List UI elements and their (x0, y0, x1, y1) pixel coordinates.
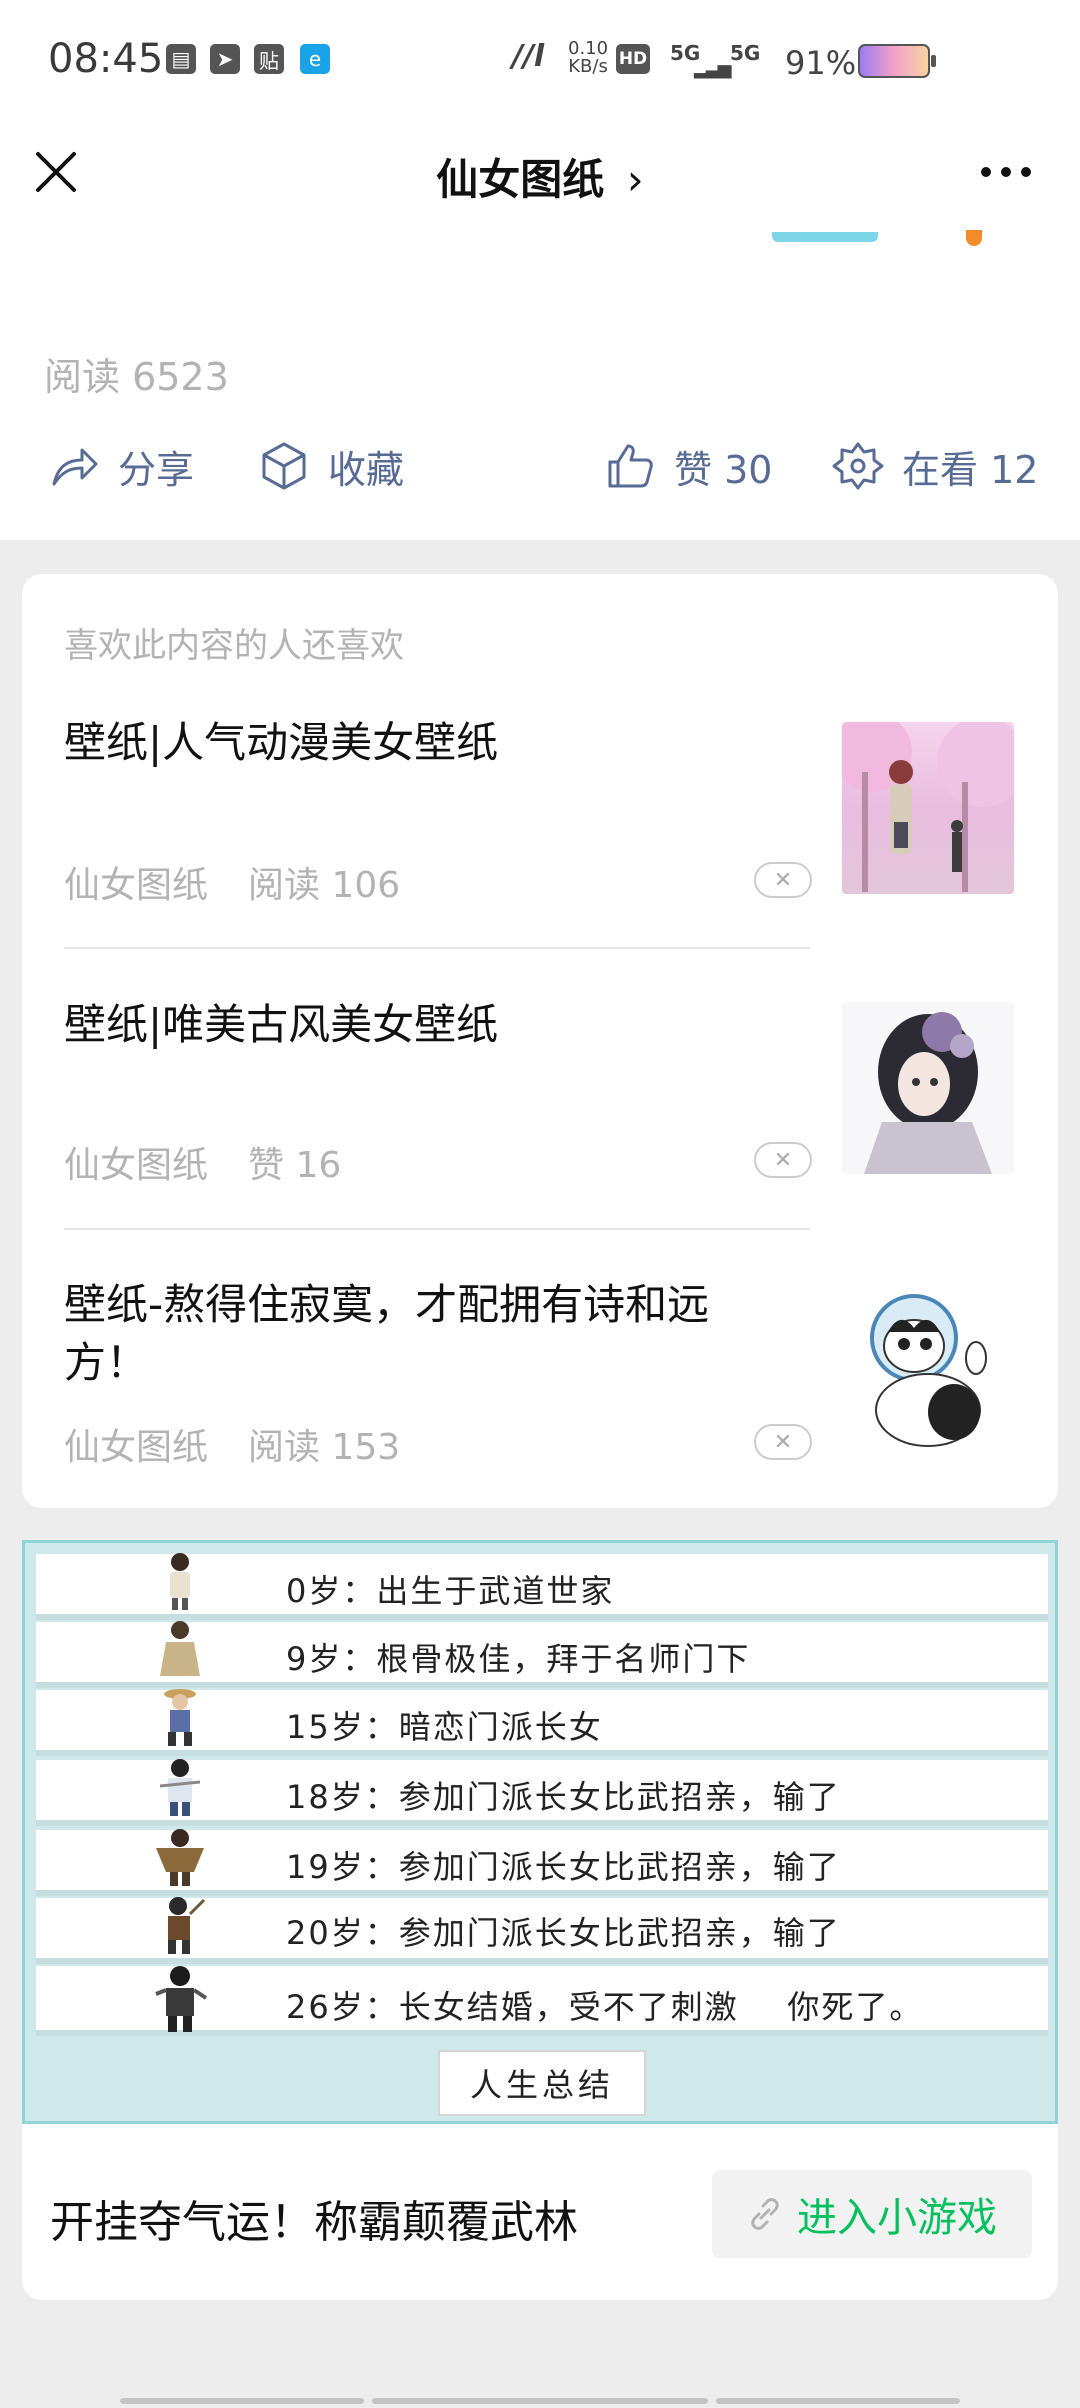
net-speed: 0.10 KB/s (568, 40, 608, 76)
recommend-item-stat: 赞 16 (248, 1145, 342, 1186)
battery-percent: 91% (785, 44, 857, 82)
recommend-item-title[interactable]: 壁纸|唯美古风美女壁纸 (64, 996, 784, 1054)
battery-icon (858, 44, 936, 78)
recommend-header: 喜欢此内容的人还喜欢 (64, 626, 404, 666)
recommend-item-title[interactable]: 壁纸|人气动漫美女壁纸 (64, 714, 784, 772)
life-event-text: 20岁：参加门派长女比武招亲，输了 (286, 1914, 841, 1952)
signal-strength-icon: //l (512, 39, 545, 74)
recommend-item-meta: 仙女图纸 阅读 106 (64, 856, 400, 908)
recommend-item-source: 仙女图纸 (64, 865, 209, 906)
net-speed-unit: KB/s (568, 56, 608, 77)
life-event-text: 15岁：暗恋门派长女 (286, 1708, 603, 1746)
recommend-thumbnail[interactable] (842, 722, 1014, 894)
dismiss-icon[interactable]: ✕ (754, 862, 812, 898)
watching-star-icon (832, 442, 884, 490)
watching-button[interactable]: 在看 12 (832, 436, 1038, 496)
app-notification-icon: e (300, 44, 330, 74)
book-notification-icon: ▤ (166, 44, 196, 74)
like-label: 赞 30 (674, 447, 773, 492)
life-event-text: 26岁：长女结婚，受不了刺激 你死了。 (286, 1988, 924, 2026)
signal-5g-2-icon: 5G (730, 41, 761, 65)
recommend-item-stat: 阅读 153 (248, 1427, 401, 1468)
article-image-remnant (772, 232, 878, 242)
warrior-avatar-icon (168, 1897, 206, 1954)
life-event-text: 0岁：出生于武道世家 (286, 1572, 615, 1610)
life-event-text: 18岁：参加门派长女比武招亲，输了 (286, 1778, 841, 1816)
recommend-item-source: 仙女图纸 (64, 1145, 209, 1186)
like-button[interactable]: 赞 30 (604, 436, 772, 496)
warrior-avatar-icon (164, 1689, 196, 1746)
warrior-avatar-icon (156, 1829, 204, 1886)
link-icon (751, 2198, 779, 2230)
life-summary-button[interactable]: 人生总结 (438, 2050, 646, 2116)
recommend-item-meta: 仙女图纸 阅读 153 (64, 1418, 400, 1470)
more-options-icon[interactable] (976, 152, 1036, 192)
warrior-avatar-icon (160, 1621, 200, 1676)
article-image-remnant-2 (966, 230, 982, 246)
recommend-item-meta: 仙女图纸赞 16 (64, 1136, 341, 1188)
watching-label: 在看 12 (902, 447, 1039, 492)
chevron-right-icon: › (626, 155, 644, 204)
dismiss-icon[interactable]: ✕ (754, 1142, 812, 1178)
tieba-notification-icon: 贴 (254, 44, 284, 74)
hd-icon: HD (616, 44, 650, 74)
enter-mini-game-label: 进入小游戏 (797, 2195, 997, 2241)
share-icon (52, 448, 98, 486)
favorite-button[interactable]: 收藏 (258, 436, 404, 496)
telegram-notification-icon: ➤ (210, 44, 240, 74)
cube-favorite-icon (262, 442, 306, 490)
recommend-item-title[interactable]: 壁纸-熬得住寂寞，才配拥有诗和远方！ (64, 1276, 784, 1392)
account-name: 仙女图纸 (436, 155, 605, 204)
share-label: 分享 (118, 447, 195, 492)
life-event-text: 9岁：根骨极佳，拜于名师门下 (286, 1640, 751, 1678)
life-event-text: 19岁：参加门派长女比武招亲，输了 (286, 1848, 841, 1886)
warrior-avatar-icon (159, 1759, 201, 1816)
divider (64, 947, 810, 949)
thumbs-up-icon (608, 444, 653, 488)
recommend-thumbnail[interactable] (842, 1288, 1014, 1460)
signal-bars-1-icon: ▂▃▅ (694, 58, 732, 79)
page-indicator (716, 2398, 960, 2404)
enter-mini-game-button[interactable]: 进入小游戏 (712, 2170, 1032, 2258)
warrior-avatar-icon (155, 1966, 208, 2032)
recommend-item-source: 仙女图纸 (64, 1427, 209, 1468)
account-title[interactable]: 仙女图纸 › (0, 146, 1080, 207)
page-indicator (120, 2398, 364, 2404)
status-time: 08:45 (48, 36, 164, 82)
favorite-label: 收藏 (328, 447, 405, 492)
warrior-avatar-icon (170, 1553, 190, 1610)
read-count: 阅读 6523 (44, 355, 229, 399)
recommend-thumbnail[interactable] (842, 1002, 1014, 1174)
recommend-item-stat: 阅读 106 (248, 865, 401, 906)
ad-description: 开挂夺气运！称霸颠覆武林 (50, 2197, 578, 2248)
dismiss-icon[interactable]: ✕ (754, 1424, 812, 1460)
divider (64, 1228, 810, 1230)
page-indicator (372, 2398, 708, 2404)
share-button[interactable]: 分享 (48, 436, 194, 496)
